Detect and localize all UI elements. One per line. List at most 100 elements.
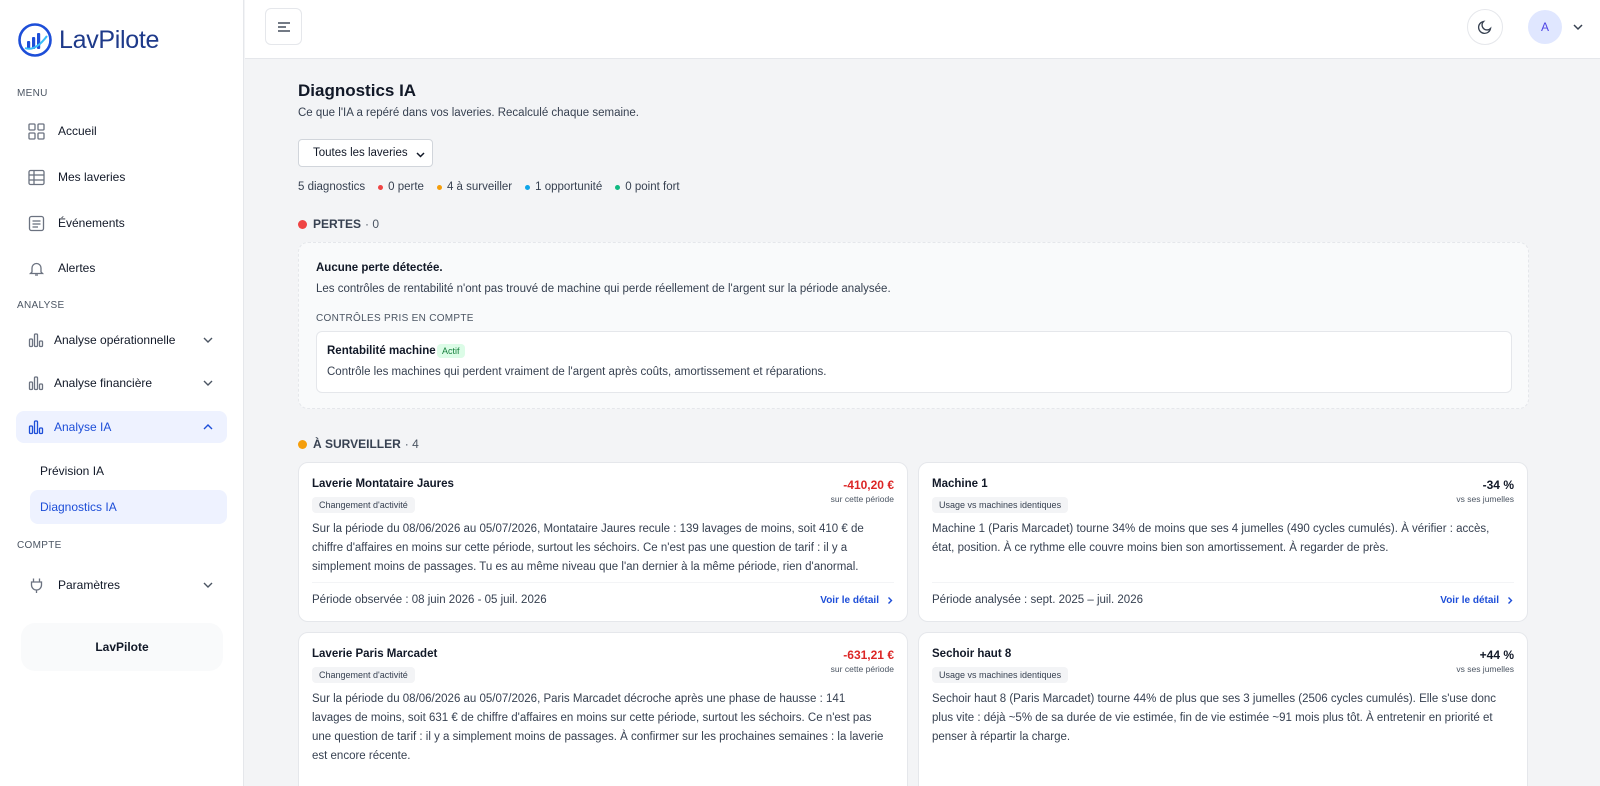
card-body: Machine 1 (Paris Marcadet) tourne 34% de…: [932, 523, 1490, 554]
card-body: Sur la période du 08/06/2026 au 05/07/20…: [312, 523, 864, 573]
card-period: Période analysée : sept. 2025 – juil. 20…: [932, 594, 1143, 606]
sidebar-item-label: Alertes: [58, 261, 96, 275]
diagnostics-summary: 5 diagnostics 0 perte 4 à surveiller 1 o…: [298, 181, 680, 193]
diagnostic-card[interactable]: Machine 1 Usage vs machines identiques -…: [918, 462, 1528, 622]
opportunity-dot-icon: [525, 184, 531, 190]
sidebar-item-label: Analyse opérationnelle: [54, 333, 176, 347]
card-value: -34 %: [1482, 478, 1514, 492]
diagnostic-card[interactable]: Laverie Paris Marcadet Changement d'acti…: [298, 632, 908, 786]
sidebar-subitem-diagnostics-ia[interactable]: Diagnostics IA: [30, 490, 227, 524]
view-detail-label: Voir le détail: [1440, 595, 1499, 606]
card-body: Sur la période du 08/06/2026 au 05/07/20…: [312, 693, 884, 762]
watch-dot-icon: [298, 439, 307, 449]
card-footer: Période observée : 08 juin 2026 - 05 jui…: [312, 582, 894, 620]
section-heading-pertes: PERTES · 0: [298, 217, 379, 231]
sidebar-item-evenements[interactable]: Événements: [16, 207, 227, 239]
sidebar-item-alertes[interactable]: Alertes: [16, 252, 227, 284]
sidebar-item-analyse-ia[interactable]: Analyse IA: [16, 411, 227, 443]
card-value-unit: sur cette période: [830, 494, 894, 504]
section-count: · 0: [365, 217, 380, 231]
control-card: Rentabilité machine Actif Contrôle les m…: [316, 331, 1512, 393]
summary-strength: 0 point fort: [625, 181, 680, 193]
sidebar-item-label: Accueil: [58, 124, 97, 138]
status-badge: Actif: [437, 344, 465, 358]
chart-icon: [27, 331, 45, 349]
menu-icon: [277, 21, 290, 32]
card-title: Laverie Montataire Jaures: [312, 478, 454, 490]
card-category-badge: Usage vs machines identiques: [932, 497, 1069, 513]
sidebar-item-label: Mes laveries: [58, 170, 126, 184]
page-subtitle: Ce que l'IA a repéré dans vos laveries. …: [298, 107, 640, 119]
chevron-down-icon: [203, 582, 213, 588]
strength-dot-icon: [615, 184, 621, 190]
section-title: PERTES: [313, 217, 362, 231]
sidebar-item-label: Analyse financière: [54, 376, 153, 390]
chevron-right-icon: [1508, 597, 1513, 604]
pertes-title: Aucune perte détectée.: [316, 262, 443, 274]
select-value: Toutes les laveries: [313, 147, 408, 159]
card-title: Machine 1: [932, 478, 988, 490]
summary-opportunity: 1 opportunité: [535, 181, 603, 193]
section-label-compte: COMPTE: [17, 540, 62, 551]
brand-footer: LavPilote: [21, 623, 223, 671]
card-category-badge: Changement d'activité: [312, 497, 415, 513]
avatar[interactable]: A: [1528, 10, 1562, 44]
theme-toggle-button[interactable]: [1467, 9, 1503, 45]
loss-dot-icon: [378, 184, 384, 190]
loss-dot-icon: [298, 219, 307, 229]
sidebar-item-mes-laveries[interactable]: Mes laveries: [16, 161, 227, 193]
sidebar: LavPilote MENU Accueil Mes laveries Évén…: [0, 0, 244, 786]
section-label-analyse: ANALYSE: [17, 300, 65, 311]
summary-watch: 4 à surveiller: [446, 181, 513, 193]
view-detail-link[interactable]: Voir le détail: [1440, 595, 1514, 606]
sidebar-item-accueil[interactable]: Accueil: [16, 115, 227, 147]
moon-icon: [1477, 20, 1492, 35]
card-body: Sechoir haut 8 (Paris Marcadet) tourne 4…: [932, 693, 1497, 743]
section-title: À SURVEILLER: [313, 437, 401, 451]
plug-icon: [27, 576, 45, 594]
view-detail-link[interactable]: Voir le détail: [820, 595, 894, 606]
sidebar-toggle-button[interactable]: [265, 8, 302, 45]
grid-icon: [27, 122, 45, 140]
section-label-menu: MENU: [17, 88, 48, 99]
main-content: Diagnostics IA Ce que l'IA a repéré dans…: [245, 59, 1600, 786]
page-title: Diagnostics IA: [298, 81, 417, 100]
card-value: +44 %: [1479, 648, 1514, 662]
card-value-unit: sur cette période: [830, 664, 894, 674]
card-period: Période observée : 08 juin 2026 - 05 jui…: [312, 594, 547, 606]
sidebar-subitem-prevision-ia[interactable]: Prévision IA: [30, 454, 227, 488]
section-heading-surveiller: À SURVEILLER · 4: [298, 437, 419, 451]
pertes-panel: Aucune perte détectée. Les contrôles de …: [298, 242, 1529, 409]
summary-loss: 0 perte: [388, 181, 424, 193]
card-footer: Période analysée : sept. 2025 – juil. 20…: [932, 582, 1514, 620]
app-logo[interactable]: LavPilote: [17, 22, 159, 58]
chevron-down-icon: [203, 380, 213, 386]
summary-total: 5 diagnostics: [298, 181, 366, 193]
card-value-unit: vs ses jumelles: [1456, 494, 1514, 504]
sidebar-item-label: Paramètres: [58, 578, 121, 592]
document-icon: [27, 214, 45, 232]
controls-label: CONTRÔLES PRIS EN COMPTE: [316, 313, 474, 324]
section-count: · 4: [404, 437, 419, 451]
card-value: -410,20 €: [843, 478, 894, 492]
laverie-filter-select[interactable]: Toutes les laveries: [298, 139, 433, 167]
chevron-right-icon: [888, 597, 893, 604]
chart-icon: [27, 374, 45, 392]
chevron-down-icon[interactable]: [1571, 20, 1585, 34]
card-category-badge: Changement d'activité: [312, 667, 415, 683]
diagnostic-card[interactable]: Laverie Montataire Jaures Changement d'a…: [298, 462, 908, 622]
sidebar-item-parametres[interactable]: Paramètres: [16, 569, 227, 601]
sidebar-item-analyse-operationnelle[interactable]: Analyse opérationnelle: [16, 324, 227, 356]
card-category-badge: Usage vs machines identiques: [932, 667, 1069, 683]
logo-icon: [18, 23, 52, 57]
chevron-down-icon: [416, 152, 425, 158]
control-description: Contrôle les machines qui perdent vraime…: [327, 366, 827, 378]
chart-icon: [27, 418, 45, 436]
sidebar-item-label: Analyse IA: [54, 420, 112, 434]
sidebar-item-analyse-financiere[interactable]: Analyse financière: [16, 367, 227, 399]
topbar: A: [245, 0, 1600, 59]
table-icon: [27, 168, 45, 186]
bell-icon: [27, 259, 45, 277]
diagnostic-card[interactable]: Sechoir haut 8 Usage vs machines identiq…: [918, 632, 1528, 786]
card-value-unit: vs ses jumelles: [1456, 664, 1514, 674]
